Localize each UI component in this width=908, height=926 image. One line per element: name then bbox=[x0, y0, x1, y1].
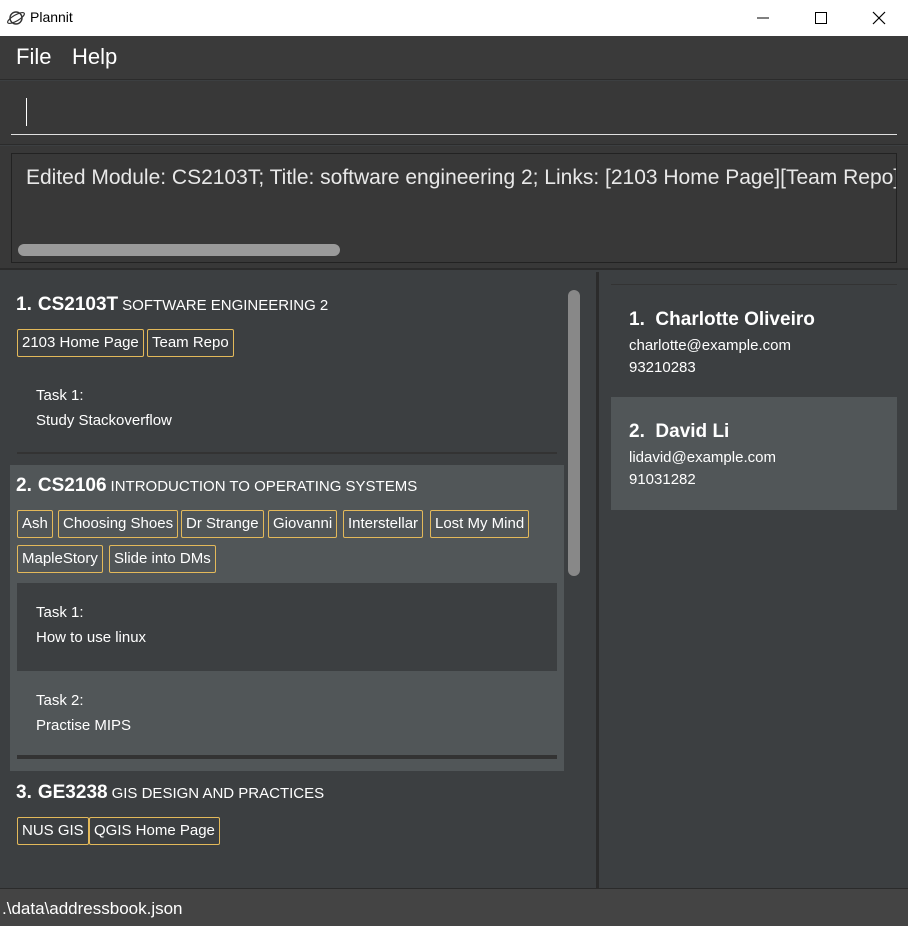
link-tag[interactable]: Lost My Mind bbox=[430, 510, 530, 538]
link-tag[interactable]: 2103 Home Page bbox=[17, 329, 144, 357]
module-header: 2. CS2106 INTRODUCTION TO OPERATING SYSTEM… bbox=[16, 475, 417, 497]
link-tag[interactable]: Ash bbox=[17, 510, 53, 538]
task-label: Task 1: bbox=[36, 604, 84, 621]
menu-help[interactable]: Help bbox=[72, 44, 117, 70]
module-title: INTRODUCTION TO OPERATING SYSTEMS bbox=[110, 478, 418, 495]
result-area: Edited Module: CS2103T; Title: software … bbox=[0, 146, 908, 270]
close-icon bbox=[872, 11, 886, 25]
person-list: 1. Charlotte Oliveiro charlotte@example.… bbox=[599, 272, 908, 888]
person-card[interactable]: 1. Charlotte Oliveiro charlotte@example.… bbox=[611, 284, 897, 397]
module-card[interactable]: 1. CS2103T SOFTWARE ENGINEERING 2 2103 Hom… bbox=[10, 284, 564, 460]
minimize-icon bbox=[757, 17, 769, 19]
result-scrollbar[interactable] bbox=[18, 244, 340, 256]
link-tag[interactable]: Dr Strange bbox=[181, 510, 264, 538]
module-header: 3. GE3238 GIS DESIGN AND PRACTICES bbox=[16, 782, 324, 804]
task-card[interactable]: Task 1: Study Stackoverflow bbox=[17, 372, 557, 454]
module-header: 1. CS2103T SOFTWARE ENGINEERING 2 bbox=[16, 294, 328, 316]
minimize-button[interactable] bbox=[734, 0, 792, 36]
command-area bbox=[0, 81, 908, 145]
link-tag[interactable]: QGIS Home Page bbox=[89, 817, 220, 845]
person-phone: 93210283 bbox=[629, 359, 696, 376]
person-email: lidavid@example.com bbox=[629, 449, 776, 466]
module-index: 1. bbox=[16, 294, 32, 315]
task-label: Task 2: bbox=[36, 692, 84, 709]
module-title: SOFTWARE ENGINEERING 2 bbox=[122, 297, 329, 314]
task-card[interactable]: Task 2: Practise MIPS bbox=[17, 671, 557, 759]
text-caret bbox=[26, 98, 27, 126]
person-email: charlotte@example.com bbox=[629, 337, 791, 354]
person-card[interactable]: 2. David Li lidavid@example.com 91031282 bbox=[611, 397, 897, 510]
menu-file[interactable]: File bbox=[16, 44, 51, 70]
result-message: Edited Module: CS2103T; Title: software … bbox=[26, 166, 896, 189]
maximize-button[interactable] bbox=[792, 0, 850, 36]
task-description: How to use linux bbox=[36, 629, 147, 646]
planet-icon bbox=[7, 11, 25, 25]
module-code: GE3238 bbox=[37, 782, 108, 803]
module-title: GIS DESIGN AND PRACTICES bbox=[111, 785, 325, 802]
result-display[interactable]: Edited Module: CS2103T; Title: software … bbox=[11, 153, 897, 263]
maximize-icon bbox=[815, 12, 827, 24]
module-index: 3. bbox=[16, 782, 32, 803]
module-list-scrollbar[interactable] bbox=[568, 290, 580, 576]
person-name: David Li bbox=[655, 421, 730, 442]
save-location: .\data\addressbook.json bbox=[2, 899, 183, 918]
link-tag[interactable]: NUS GIS bbox=[17, 817, 89, 845]
person-name: Charlotte Oliveiro bbox=[655, 309, 815, 330]
person-index: 1. bbox=[629, 309, 645, 330]
task-description: Study Stackoverflow bbox=[36, 412, 172, 429]
menu-bar: File Help bbox=[0, 36, 908, 80]
module-index: 2. bbox=[16, 475, 32, 496]
link-tag[interactable]: Choosing Shoes bbox=[58, 510, 179, 538]
module-code: CS2103T bbox=[37, 294, 119, 315]
person-phone: 91031282 bbox=[629, 471, 696, 488]
link-tag[interactable]: Giovanni bbox=[268, 510, 338, 538]
module-list: 1. CS2103T SOFTWARE ENGINEERING 2 2103 Hom… bbox=[0, 272, 596, 888]
task-description: Practise MIPS bbox=[36, 717, 132, 734]
person-name-line: 2. David Li bbox=[629, 421, 729, 443]
module-code: CS2106 bbox=[37, 475, 107, 496]
person-index: 2. bbox=[629, 421, 645, 442]
module-card[interactable]: 2. CS2106 INTRODUCTION TO OPERATING SYSTEM… bbox=[10, 465, 564, 771]
status-bar: .\data\addressbook.json bbox=[0, 888, 908, 926]
task-card[interactable]: Task 1: How to use linux bbox=[17, 583, 557, 671]
task-label: Task 1: bbox=[36, 387, 84, 404]
window-title: Plannit bbox=[30, 9, 73, 25]
module-card[interactable]: 3. GE3238 GIS DESIGN AND PRACTICES NUS GIS… bbox=[10, 772, 564, 888]
command-input[interactable] bbox=[11, 93, 897, 135]
person-name-line: 1. Charlotte Oliveiro bbox=[629, 309, 815, 331]
link-tag[interactable]: Team Repo bbox=[147, 329, 234, 357]
link-tag[interactable]: Slide into DMs bbox=[109, 545, 216, 573]
link-tag[interactable]: MapleStory bbox=[17, 545, 103, 573]
close-button[interactable] bbox=[850, 0, 908, 36]
title-bar: Plannit bbox=[0, 0, 908, 36]
link-tag[interactable]: Interstellar bbox=[343, 510, 424, 538]
